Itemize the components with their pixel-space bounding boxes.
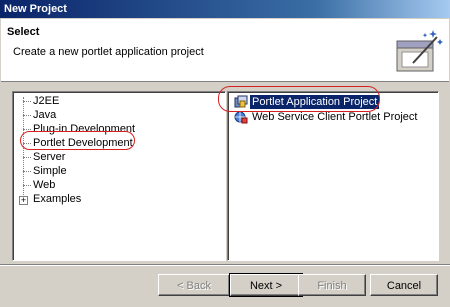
tree-connector (23, 143, 31, 144)
category-item[interactable]: Simple (33, 165, 67, 178)
tree-connector (23, 101, 31, 102)
project-item-label: Web Service Client Portlet Project (252, 111, 418, 123)
next-button[interactable]: Next > (229, 273, 303, 297)
tree-connector (23, 171, 31, 172)
tree-connector (23, 157, 31, 158)
project-list[interactable]: Portlet Application Project Web Service … (227, 91, 439, 261)
category-item[interactable]: Plug-in Development (33, 123, 135, 136)
new-project-dialog: New Project Select Create a new portlet … (0, 0, 450, 307)
title-bar[interactable]: New Project (0, 0, 450, 18)
category-item[interactable]: Web (33, 179, 55, 192)
button-separator (0, 264, 450, 266)
new-project-wizard-icon (396, 30, 443, 72)
cancel-button[interactable]: Cancel (370, 274, 438, 296)
window-title: New Project (4, 3, 67, 15)
web-service-project-icon (234, 111, 248, 124)
project-item-label: Portlet Application Project (250, 95, 380, 109)
wizard-banner: Select Create a new portlet application … (1, 19, 449, 82)
tree-connector (23, 129, 31, 130)
page-description: Create a new portlet application project (13, 46, 204, 58)
tree-connector (23, 115, 31, 116)
category-tree[interactable]: J2EE Java Plug-in Development Portlet De… (12, 91, 226, 261)
expand-examples-icon[interactable]: + (19, 196, 28, 205)
category-item[interactable]: Server (33, 151, 65, 164)
category-item[interactable]: Examples (33, 193, 81, 206)
back-button[interactable]: < Back (158, 274, 230, 296)
category-item[interactable]: J2EE (33, 95, 59, 108)
category-item-selected[interactable]: Portlet Development (33, 137, 133, 150)
finish-button[interactable]: Finish (298, 274, 366, 296)
tree-connector (23, 185, 31, 186)
tree-guide-line (23, 97, 25, 205)
category-item[interactable]: Java (33, 109, 56, 122)
portlet-project-icon (234, 95, 248, 108)
page-heading: Select (7, 26, 40, 38)
